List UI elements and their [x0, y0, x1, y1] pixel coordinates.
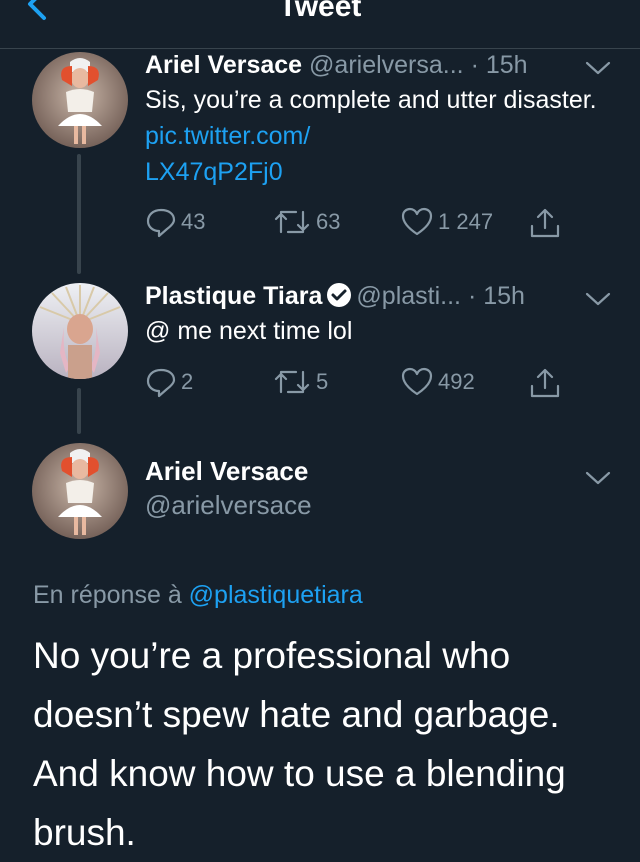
main-tweet-text: No you’re a professional who doesn’t spe… — [33, 635, 566, 853]
media-link[interactable]: pic.twitter.com/ — [145, 122, 310, 150]
avatar-image — [32, 283, 128, 379]
reply-button[interactable]: 2 — [145, 366, 193, 398]
reply-count: 43 — [181, 209, 206, 234]
thread-tweet[interactable]: Ariel Versace @arielversa... · 15h Sis, … — [145, 50, 615, 190]
heart-icon — [401, 207, 433, 236]
tweet-actions: 43 63 1 247 — [145, 206, 605, 240]
avatar[interactable] — [32, 443, 128, 539]
tweet-text: Sis, you’re a complete and utter disaste… — [145, 82, 615, 190]
main-author-name[interactable]: Ariel Versace — [145, 456, 308, 487]
speech-bubble-icon — [146, 208, 176, 238]
more-options-button[interactable] — [585, 60, 611, 76]
author-name[interactable]: Plastique Tiara — [145, 282, 322, 310]
retweet-button[interactable]: 5 — [272, 366, 328, 398]
heart-icon — [401, 367, 433, 396]
tweet-header: Ariel Versace @arielversa... · 15h — [145, 50, 615, 80]
reply-count: 2 — [181, 369, 194, 394]
reply-context-label: En réponse à — [33, 581, 189, 609]
like-count: 1 247 — [438, 209, 494, 234]
retweet-count: 5 — [316, 369, 329, 394]
retweet-arrows-icon — [274, 210, 310, 234]
main-author-handle[interactable]: @arielversace — [145, 490, 312, 521]
speech-bubble-icon — [146, 368, 176, 398]
author-name[interactable]: Ariel Versace — [145, 51, 302, 79]
retweet-button[interactable]: 63 — [272, 206, 340, 238]
tweet-actions: 2 5 492 — [145, 366, 605, 400]
more-options-button[interactable] — [585, 291, 611, 307]
thread-tweet[interactable]: Plastique Tiara @plasti... · 15h @ me nex… — [145, 281, 615, 349]
reply-to-handle[interactable]: @plastiquetiara — [189, 581, 363, 609]
tweet-text: @ me next time lol — [145, 317, 353, 345]
retweet-count: 63 — [316, 209, 341, 234]
avatar[interactable] — [32, 283, 128, 379]
author-handle[interactable]: @plasti... — [356, 282, 461, 310]
chevron-down-icon — [585, 471, 611, 485]
retweet-arrows-icon — [274, 370, 310, 394]
avatar[interactable] — [32, 52, 128, 148]
thread-connector — [77, 388, 81, 434]
share-button[interactable] — [528, 206, 562, 240]
verified-badge-icon — [327, 283, 352, 307]
tweet-timestamp: · 15h — [470, 51, 528, 79]
tweet-header: Plastique Tiara @plasti... · 15h — [145, 281, 615, 311]
avatar-image — [32, 443, 128, 539]
like-button[interactable]: 1 247 — [400, 206, 493, 238]
reply-button[interactable]: 43 — [145, 206, 205, 238]
tweet-text-body: Sis, you’re a complete and utter disaste… — [145, 86, 597, 114]
reply-context: En réponse à @plastiquetiara — [33, 581, 363, 610]
top-nav-bar: Tweet — [0, 0, 640, 49]
like-button[interactable]: 492 — [400, 366, 475, 398]
avatar-image — [32, 52, 128, 148]
chevron-down-icon — [585, 61, 611, 75]
page-title: Tweet — [278, 0, 362, 23]
thread-connector — [77, 154, 81, 274]
author-handle[interactable]: @arielversa... — [309, 51, 464, 79]
share-upload-icon — [530, 368, 560, 398]
share-upload-icon — [530, 208, 560, 238]
share-button[interactable] — [528, 366, 562, 400]
tweet-timestamp: · 15h — [467, 282, 525, 310]
more-options-button[interactable] — [585, 470, 611, 486]
chevron-down-icon — [585, 292, 611, 306]
media-link-continued[interactable]: LX47qP2Fj0 — [145, 158, 283, 186]
like-count: 492 — [438, 369, 475, 394]
